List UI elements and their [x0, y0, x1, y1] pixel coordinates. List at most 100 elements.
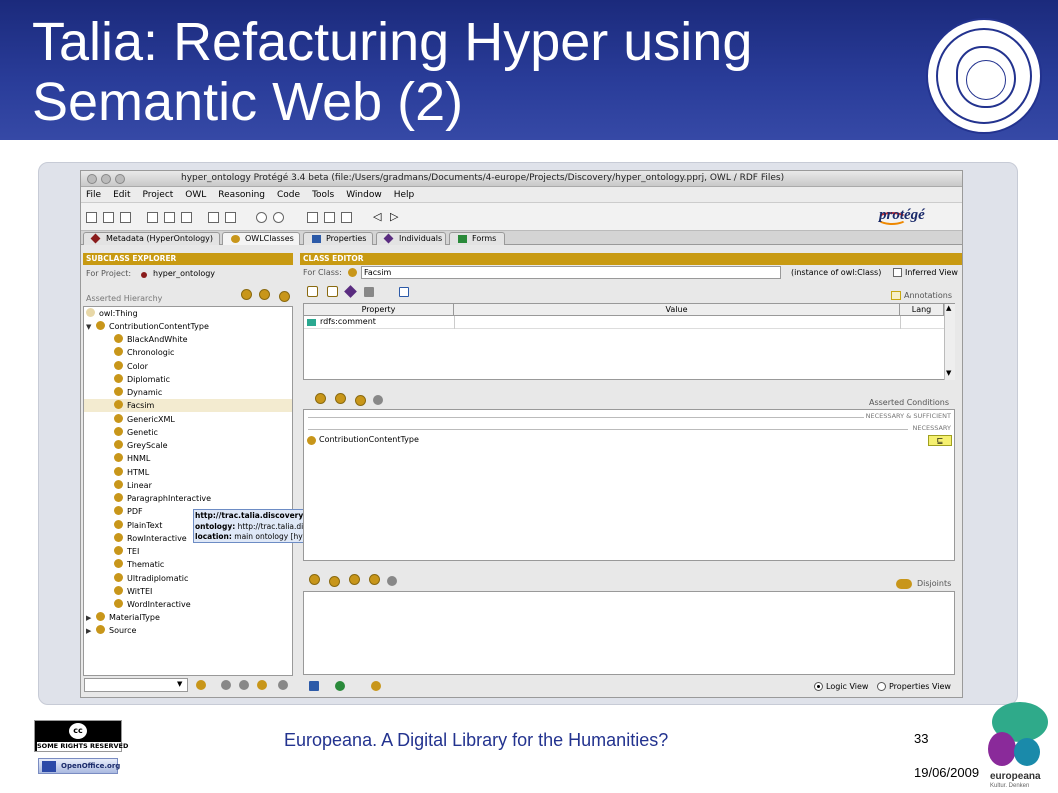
open-icon[interactable] — [103, 212, 114, 223]
find-icon[interactable] — [196, 680, 206, 690]
delete-class-icon[interactable] — [279, 291, 290, 302]
tree-node[interactable]: TEI — [84, 545, 292, 558]
tree-node-materialtype[interactable]: ▶ MaterialType — [84, 611, 160, 624]
new-icon[interactable] — [86, 212, 97, 223]
tree-node[interactable]: WitTEI — [84, 585, 292, 598]
search-field[interactable] — [84, 678, 188, 692]
tree-node[interactable]: Thematic — [84, 558, 292, 571]
tab-owlclasses[interactable]: OWLClasses — [222, 232, 300, 245]
tab-individuals[interactable]: Individuals — [376, 232, 446, 245]
menu-help[interactable]: Help — [394, 190, 415, 200]
tree-node[interactable]: WordInteractive — [84, 598, 292, 611]
hierarchy-icon[interactable] — [221, 680, 231, 690]
tree-node[interactable]: Linear — [84, 479, 292, 492]
tab-properties[interactable]: Properties — [303, 232, 373, 245]
export-icon[interactable] — [309, 681, 319, 691]
table-row[interactable]: rdfs:comment — [304, 316, 944, 329]
edit-annotation-icon[interactable] — [327, 286, 338, 297]
paste-icon[interactable] — [181, 212, 192, 223]
create-restriction-icon[interactable] — [315, 393, 326, 404]
menu-file[interactable]: File — [86, 190, 101, 200]
menu-code[interactable]: Code — [277, 190, 300, 200]
hierarchy-icon[interactable] — [239, 680, 249, 690]
column-header-lang[interactable]: Lang — [900, 304, 944, 316]
tree-node[interactable]: Genetic — [84, 426, 292, 439]
tree-node-contributioncontenttype[interactable]: ▼ ContributionContentType — [84, 320, 209, 333]
tree-node[interactable]: HNML — [84, 452, 292, 465]
tree-node[interactable]: Dynamic — [84, 386, 292, 399]
add-annotation-icon[interactable] — [307, 286, 318, 297]
tree-node-label: PDF — [127, 507, 143, 517]
minimize-button[interactable] — [101, 174, 111, 184]
column-header-value[interactable]: Value — [454, 304, 900, 316]
add-named-class-icon[interactable] — [355, 395, 366, 406]
column-header-property[interactable]: Property — [304, 304, 454, 316]
tree-node-source[interactable]: ▶ Source — [84, 624, 136, 637]
slide-date: 19/06/2009 — [914, 765, 980, 780]
add-disjoint-icon[interactable] — [309, 574, 320, 585]
forward-arrow-icon[interactable]: ▷ — [390, 210, 398, 223]
create-expression-icon[interactable] — [335, 393, 346, 404]
tree-node[interactable]: BlackAndWhite — [84, 333, 292, 346]
tree-node[interactable]: Ultradiplomatic — [84, 572, 292, 585]
settings-icon[interactable] — [335, 681, 345, 691]
menu-tools[interactable]: Tools — [312, 190, 334, 200]
university-seal-logo — [926, 18, 1042, 134]
tree-node[interactable]: Chronologic — [84, 346, 292, 359]
menu-project[interactable]: Project — [143, 190, 174, 200]
class-icon — [348, 268, 357, 277]
tab-forms[interactable]: Forms — [449, 232, 505, 245]
menu-reasoning[interactable]: Reasoning — [218, 190, 265, 200]
class-name-field[interactable]: Facsim — [361, 266, 781, 279]
search-class-icon[interactable] — [257, 680, 267, 690]
tree-node-owl-thing[interactable]: owl:Thing — [84, 307, 138, 320]
cut-icon[interactable] — [147, 212, 158, 223]
delete-disjoint-icon[interactable] — [387, 576, 397, 586]
tree-node[interactable]: ParagraphInteractive — [84, 492, 292, 505]
menu-edit[interactable]: Edit — [113, 190, 130, 200]
hide-icon[interactable] — [278, 680, 288, 690]
europeana-wordmark: europeana — [990, 771, 1041, 782]
remove-icon[interactable] — [364, 287, 374, 297]
tab-metadata[interactable]: Metadata (HyperOntology) — [83, 232, 220, 245]
undo-icon[interactable] — [256, 212, 267, 223]
add-all-siblings-icon[interactable] — [349, 574, 360, 585]
tree-node[interactable]: GenericXML — [84, 413, 292, 426]
menu-owl[interactable]: OWL — [185, 190, 206, 200]
logic-view-radio[interactable] — [814, 682, 823, 691]
add-disjoint-expression-icon[interactable] — [329, 576, 340, 587]
query-icon[interactable] — [307, 212, 318, 223]
asserted-conditions-label: Asserted Conditions — [869, 398, 950, 407]
scrollbar[interactable]: ▲ ▼ — [944, 304, 955, 380]
menu-window[interactable]: Window — [346, 190, 382, 200]
remove-condition-icon[interactable] — [373, 395, 383, 405]
create-sibling-icon[interactable] — [259, 289, 270, 300]
search-dropdown-icon[interactable]: ▼ — [177, 680, 182, 688]
classify-icon[interactable] — [324, 212, 335, 223]
copy-icon[interactable] — [164, 212, 175, 223]
add-individual-icon[interactable] — [344, 285, 357, 298]
check-icon[interactable] — [341, 212, 352, 223]
save-icon[interactable] — [120, 212, 131, 223]
tree-node[interactable]: Diplomatic — [84, 373, 292, 386]
condition-row[interactable]: ContributionContentType ⊑ — [304, 434, 954, 447]
export-icon[interactable] — [225, 212, 236, 223]
redo-icon[interactable] — [273, 212, 284, 223]
zoom-button[interactable] — [115, 174, 125, 184]
for-class-label: For Class: — [303, 268, 342, 277]
tree-node[interactable]: Color — [84, 360, 292, 373]
document-icon[interactable] — [399, 287, 409, 297]
properties-view-radio[interactable] — [877, 682, 886, 691]
creative-commons-badge: cc SOME RIGHTS RESERVED — [34, 720, 128, 752]
close-button[interactable] — [87, 174, 97, 184]
inferred-view-checkbox[interactable] — [893, 268, 902, 277]
back-arrow-icon[interactable]: ◁ — [373, 210, 381, 223]
slide-footer: Europeana. A Digital Library for the Hum… — [284, 730, 669, 750]
tree-node[interactable]: Facsim — [84, 399, 292, 413]
reasoner-icon[interactable] — [371, 681, 381, 691]
create-subclass-icon[interactable] — [241, 289, 252, 300]
remove-all-siblings-icon[interactable] — [369, 574, 380, 585]
tree-node[interactable]: GreyScale — [84, 439, 292, 452]
import-icon[interactable] — [208, 212, 219, 223]
tree-node[interactable]: HTML — [84, 466, 292, 479]
